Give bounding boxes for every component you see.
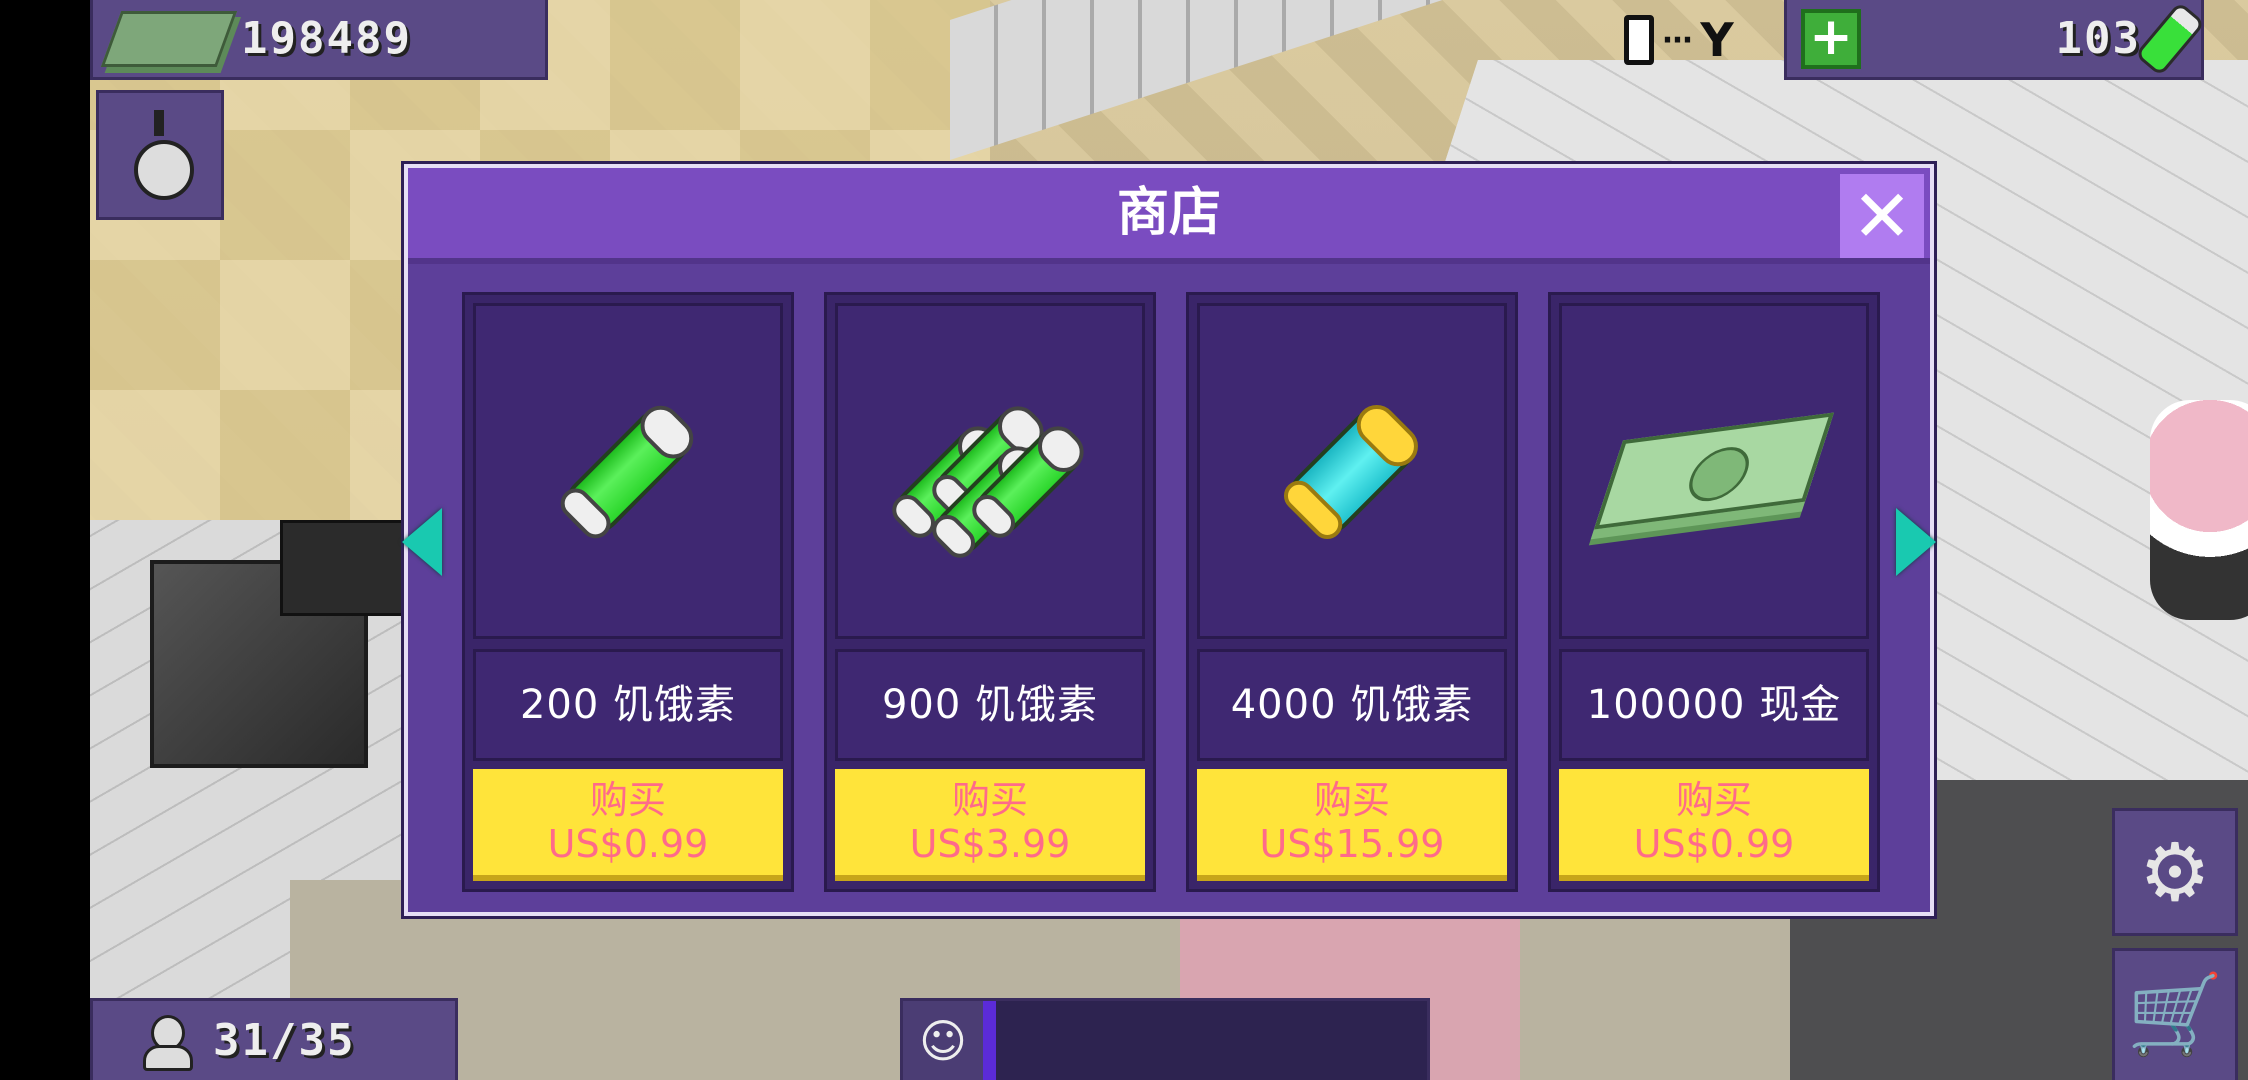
- scientist-alert-button[interactable]: [96, 90, 224, 220]
- happiness-progress-track: [983, 1001, 1427, 1080]
- price-label: US$15.99: [1259, 822, 1445, 866]
- cyan-hunger-tube-icon: [1277, 396, 1427, 546]
- shop-dialog: 商店 ✕ 200 饥饿素 购买 US$0.99 900 饥饿素 购买 US$3.…: [402, 164, 1936, 916]
- single-hunger-tube-icon: [554, 397, 702, 545]
- ellipsis-icon: ⋯: [1662, 22, 1693, 58]
- buy-label: 购买: [589, 778, 666, 822]
- cart-icon: 🛒: [2126, 970, 2224, 1060]
- phone-icon: [1624, 15, 1655, 65]
- product-image: [473, 303, 783, 639]
- buy-label: 购买: [1313, 778, 1390, 822]
- previous-page-arrow-icon[interactable]: [402, 508, 442, 576]
- product-card: 900 饥饿素 购买 US$3.99: [824, 292, 1156, 892]
- product-list: 200 饥饿素 购买 US$0.99 900 饥饿素 购买 US$3.99 40…: [462, 292, 1882, 892]
- product-card: 100000 现金 购买 US$0.99: [1548, 292, 1880, 892]
- money-value: 198489: [241, 13, 412, 64]
- close-button[interactable]: ✕: [1840, 174, 1924, 258]
- happiness-bar[interactable]: ☺: [900, 998, 1430, 1080]
- person-icon: [143, 1014, 193, 1071]
- happiness-progress-fill: [983, 1001, 997, 1080]
- signal-icon: Y: [1700, 13, 1734, 67]
- money-counter[interactable]: 198489: [90, 0, 548, 80]
- population-counter[interactable]: 31/35: [90, 998, 458, 1080]
- add-hunger-button[interactable]: +: [1801, 8, 1861, 69]
- close-icon: ✕: [1851, 174, 1913, 258]
- price-label: US$0.99: [547, 822, 709, 866]
- buy-button[interactable]: 购买 US$0.99: [1559, 769, 1869, 881]
- buy-button[interactable]: 购买 US$0.99: [473, 769, 783, 881]
- buy-label: 购买: [1675, 778, 1752, 822]
- shop-header: 商店 ✕: [408, 168, 1930, 264]
- product-label: 900 饥饿素: [835, 649, 1145, 761]
- cheering-person-icon: ☺: [903, 1001, 983, 1080]
- product-card: 4000 饥饿素 购买 US$15.99: [1186, 292, 1518, 892]
- product-image: [1197, 303, 1507, 639]
- price-label: US$3.99: [909, 822, 1071, 866]
- hunger-points-counter[interactable]: + 103: [1784, 0, 2206, 80]
- buy-label: 购买: [951, 778, 1028, 822]
- scientist-alert-icon: [120, 110, 200, 200]
- shop-cart-button[interactable]: 🛒: [2112, 948, 2238, 1080]
- server-rack-object[interactable]: [280, 520, 406, 616]
- hunger-tube-icon: [2134, 0, 2206, 77]
- cash-icon: [100, 10, 238, 67]
- next-page-arrow-icon[interactable]: [1896, 508, 1936, 576]
- hunger-tube-bundle-icon: [886, 386, 1092, 564]
- status-icons: ⋯ Y: [1594, 0, 1764, 80]
- gear-icon: ⚙: [2139, 825, 2211, 919]
- buy-button[interactable]: 购买 US$3.99: [835, 769, 1145, 881]
- hunger-points-value: 103: [2055, 13, 2141, 64]
- product-label: 200 饥饿素: [473, 649, 783, 761]
- product-image: [835, 303, 1145, 639]
- population-value: 31/35: [213, 1015, 356, 1066]
- lockers-row: [950, 0, 1510, 160]
- shop-title: 商店: [1116, 183, 1221, 243]
- pig-chef-statue[interactable]: [2150, 400, 2248, 620]
- product-card: 200 饥饿素 购买 US$0.99: [462, 292, 794, 892]
- product-label: 100000 现金: [1559, 649, 1869, 761]
- buy-button[interactable]: 购买 US$15.99: [1197, 769, 1507, 881]
- product-label: 4000 饥饿素: [1197, 649, 1507, 761]
- cash-stack-icon: [1593, 412, 1835, 530]
- price-label: US$0.99: [1633, 822, 1795, 866]
- product-image: [1559, 303, 1869, 639]
- settings-button[interactable]: ⚙: [2112, 808, 2238, 936]
